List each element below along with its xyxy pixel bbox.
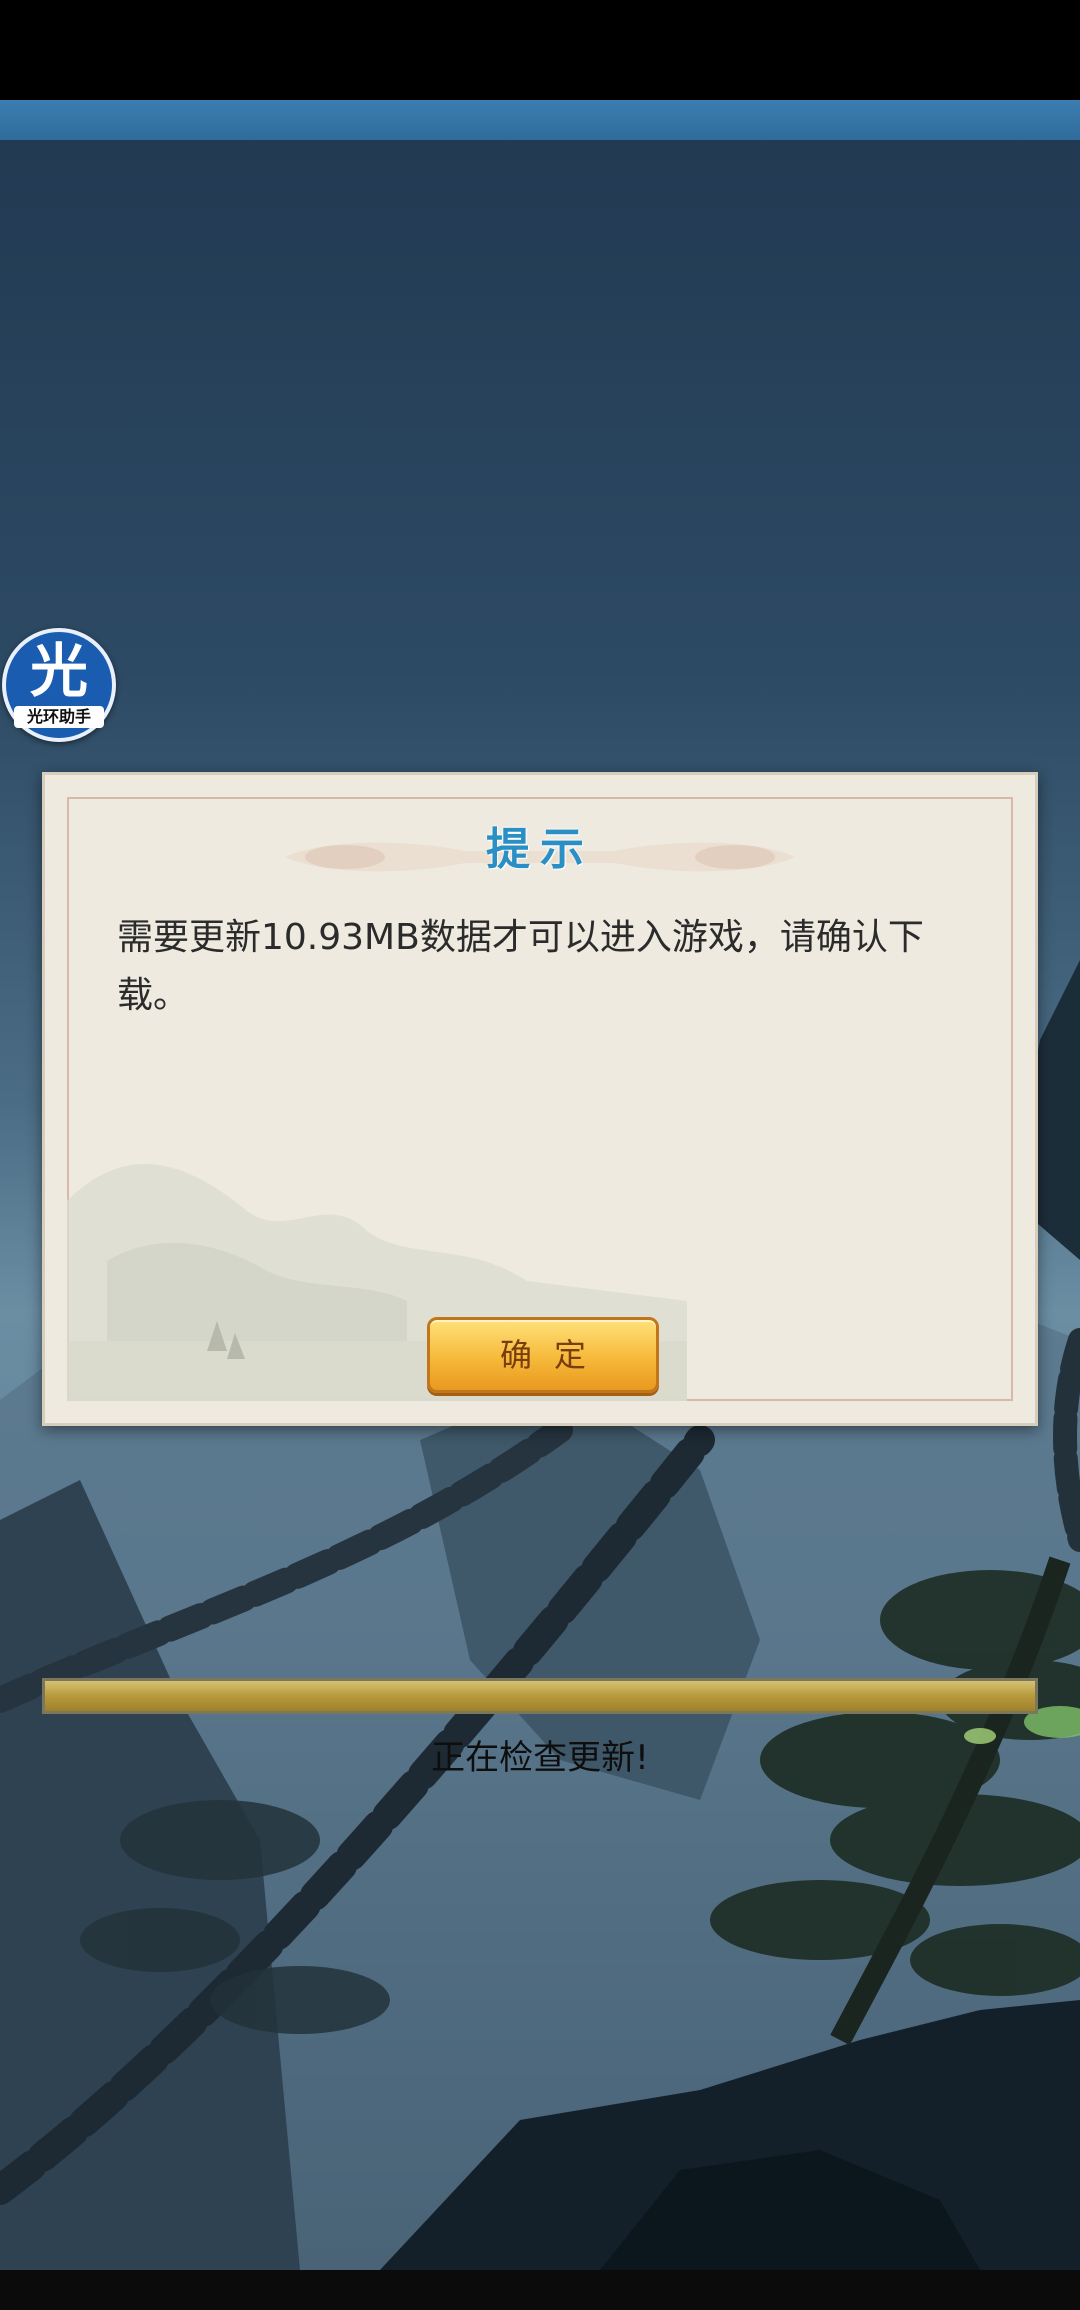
bottom-strip xyxy=(0,2270,1080,2310)
top-strip xyxy=(0,100,1080,140)
floating-assistant-button[interactable]: 光 光环助手 xyxy=(2,628,116,742)
confirm-button-label: 确定 xyxy=(499,1336,608,1374)
dialog-title: 提示 xyxy=(486,824,594,875)
assistant-label: 光环助手 xyxy=(14,706,104,728)
status-bar xyxy=(0,0,1080,100)
update-progress-bar xyxy=(42,1678,1038,1714)
progress-status-text: 正在检查更新! xyxy=(431,1738,649,1778)
progress-fill xyxy=(45,1681,1035,1711)
update-prompt-dialog: 提示 需要更新10.93MB数据才可以进入游戏，请确认下载。 确定 xyxy=(42,772,1038,1426)
confirm-button[interactable]: 确定 xyxy=(427,1317,659,1393)
dialog-message: 需要更新10.93MB数据才可以进入游戏，请确认下载。 xyxy=(117,917,924,1016)
assistant-logo-glyph: 光 xyxy=(29,637,88,705)
